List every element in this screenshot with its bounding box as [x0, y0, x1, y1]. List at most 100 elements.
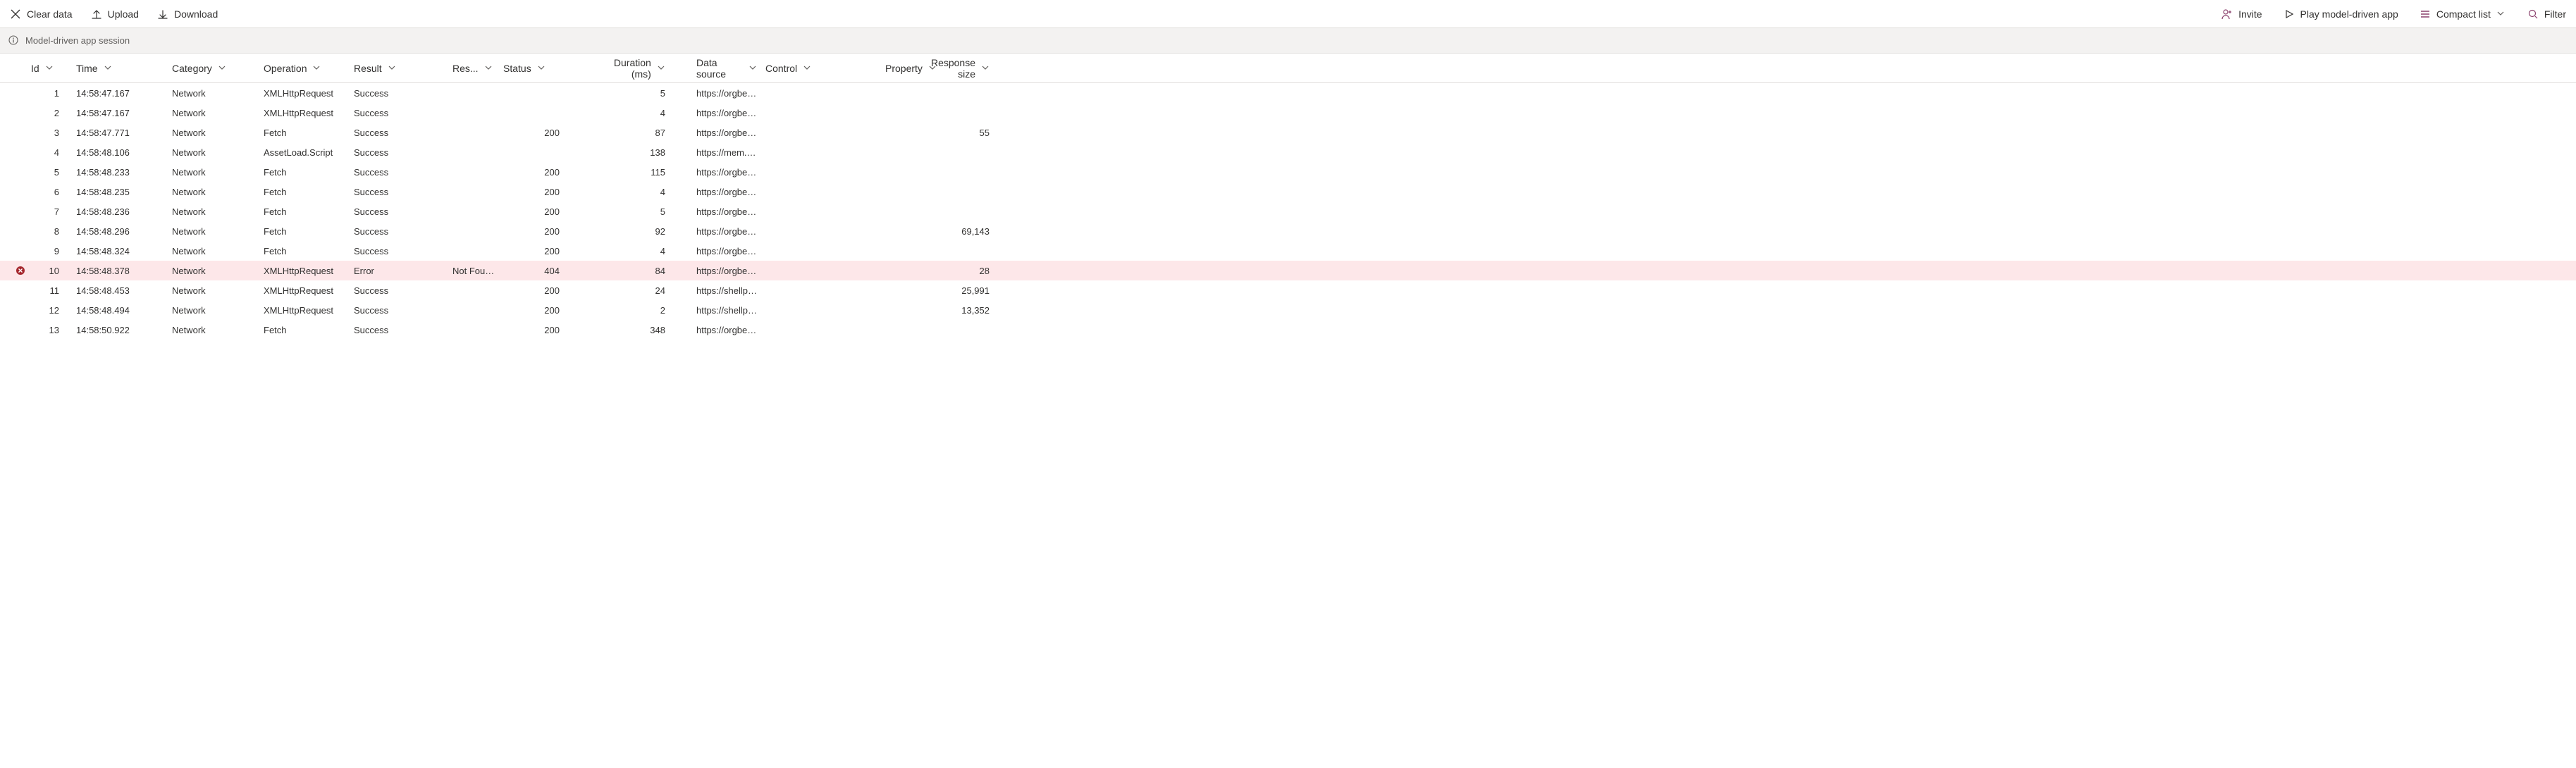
cell-reason: Not Fou…: [452, 266, 503, 276]
cell-id: 7: [31, 206, 76, 217]
cell-time: 14:58:48.453: [76, 285, 172, 296]
col-label-control: Control: [765, 63, 797, 74]
cell-result: Success: [354, 128, 452, 138]
cell-time: 14:58:47.167: [76, 88, 172, 99]
session-bar: Model-driven app session: [0, 28, 2576, 54]
cell-time: 14:58:48.235: [76, 187, 172, 197]
cell-id: 5: [31, 167, 76, 178]
cell-data-source: https://orgbe1fed…: [674, 226, 765, 237]
upload-label: Upload: [108, 8, 139, 20]
col-label-duration: Duration (ms): [599, 57, 651, 80]
toolbar: Clear data Upload Download Invite Play: [0, 0, 2576, 28]
error-icon: [16, 266, 25, 275]
cell-result: Success: [354, 246, 452, 256]
chevron-down-icon: [45, 63, 55, 73]
table-row[interactable]: 814:58:48.296NetworkFetchSuccess20092htt…: [0, 221, 2576, 241]
cell-status: 200: [503, 226, 599, 237]
col-header-status[interactable]: Status: [503, 63, 599, 74]
col-header-control[interactable]: Control: [765, 63, 885, 74]
col-header-data-source[interactable]: Data source: [674, 57, 765, 80]
cell-id: 4: [31, 147, 76, 158]
col-label-response-size: Response size: [930, 57, 975, 80]
cell-time: 14:58:48.233: [76, 167, 172, 178]
cell-category: Network: [172, 305, 264, 316]
cell-operation: XMLHttpRequest: [264, 108, 354, 118]
table-row[interactable]: 1114:58:48.453NetworkXMLHttpRequestSucce…: [0, 280, 2576, 300]
table-row[interactable]: 614:58:48.235NetworkFetchSuccess2004http…: [0, 182, 2576, 202]
cell-id: 2: [31, 108, 76, 118]
cell-duration: 2: [599, 305, 674, 316]
chevron-down-icon: [218, 63, 228, 73]
col-header-reason[interactable]: Res...: [452, 63, 503, 74]
cell-category: Network: [172, 187, 264, 197]
col-header-duration[interactable]: Duration (ms): [599, 57, 674, 80]
cell-result: Success: [354, 305, 452, 316]
cell-operation: XMLHttpRequest: [264, 285, 354, 296]
cell-status: 200: [503, 325, 599, 335]
cell-time: 14:58:48.236: [76, 206, 172, 217]
cell-result: Success: [354, 88, 452, 99]
col-label-time: Time: [76, 63, 98, 74]
cell-data-source: https://shellprod.…: [674, 305, 765, 316]
cell-operation: XMLHttpRequest: [264, 88, 354, 99]
table-row[interactable]: 1214:58:48.494NetworkXMLHttpRequestSucce…: [0, 300, 2576, 320]
chevron-down-icon: [803, 63, 813, 73]
table-row[interactable]: 1314:58:50.922NetworkFetchSuccess200348h…: [0, 320, 2576, 340]
col-header-property[interactable]: Property: [885, 63, 930, 74]
col-header-result[interactable]: Result: [354, 63, 452, 74]
cell-category: Network: [172, 147, 264, 158]
cell-duration: 84: [599, 266, 674, 276]
cell-id: 9: [31, 246, 76, 256]
col-header-id[interactable]: Id: [31, 63, 76, 74]
cell-operation: Fetch: [264, 325, 354, 335]
table-row[interactable]: 514:58:48.233NetworkFetchSuccess200115ht…: [0, 162, 2576, 182]
col-label-property: Property: [885, 63, 923, 74]
table-row[interactable]: 314:58:47.771NetworkFetchSuccess20087htt…: [0, 123, 2576, 142]
cell-category: Network: [172, 226, 264, 237]
col-header-category[interactable]: Category: [172, 63, 264, 74]
compact-list-button[interactable]: Compact list: [2417, 6, 2509, 23]
cell-data-source: https://orgbe1fed…: [674, 246, 765, 256]
cell-duration: 24: [599, 285, 674, 296]
cell-operation: Fetch: [264, 128, 354, 138]
chevron-down-icon: [657, 63, 665, 73]
col-header-operation[interactable]: Operation: [264, 63, 354, 74]
cell-status: 200: [503, 167, 599, 178]
table-row[interactable]: 1014:58:48.378NetworkXMLHttpRequestError…: [0, 261, 2576, 280]
cell-time: 14:58:48.296: [76, 226, 172, 237]
info-icon: [8, 35, 20, 47]
clear-data-button[interactable]: Clear data: [7, 6, 75, 23]
col-label-category: Category: [172, 63, 212, 74]
col-header-response-size[interactable]: Response size: [930, 57, 998, 80]
invite-label: Invite: [2238, 8, 2262, 20]
col-header-time[interactable]: Time: [76, 63, 172, 74]
cell-data-source: https://orgbe1fed…: [674, 108, 765, 118]
cell-status: 200: [503, 285, 599, 296]
cell-time: 14:58:50.922: [76, 325, 172, 335]
cell-time: 14:58:48.494: [76, 305, 172, 316]
table-row[interactable]: 114:58:47.167NetworkXMLHttpRequestSucces…: [0, 83, 2576, 103]
table-row[interactable]: 214:58:47.167NetworkXMLHttpRequestSucces…: [0, 103, 2576, 123]
invite-button[interactable]: Invite: [2219, 6, 2264, 23]
filter-icon: [2527, 8, 2539, 20]
cell-status: 200: [503, 187, 599, 197]
cell-result: Error: [354, 266, 452, 276]
compact-list-label: Compact list: [2436, 8, 2491, 20]
table-row[interactable]: 414:58:48.106NetworkAssetLoad.ScriptSucc…: [0, 142, 2576, 162]
cell-duration: 115: [599, 167, 674, 178]
cell-data-source: https://orgbe1fed…: [674, 128, 765, 138]
table-row[interactable]: 714:58:48.236NetworkFetchSuccess2005http…: [0, 202, 2576, 221]
cell-category: Network: [172, 167, 264, 178]
play-app-button[interactable]: Play model-driven app: [2281, 6, 2401, 23]
cell-duration: 5: [599, 206, 674, 217]
table-row[interactable]: 914:58:48.324NetworkFetchSuccess2004http…: [0, 241, 2576, 261]
filter-button[interactable]: Filter: [2525, 6, 2569, 23]
cell-resp-size: 13,352: [930, 305, 998, 316]
cell-category: Network: [172, 108, 264, 118]
download-label: Download: [174, 8, 218, 20]
cell-resp-size: 69,143: [930, 226, 998, 237]
cell-operation: XMLHttpRequest: [264, 305, 354, 316]
download-button[interactable]: Download: [154, 6, 221, 23]
cell-result: Success: [354, 167, 452, 178]
upload-button[interactable]: Upload: [88, 6, 142, 23]
